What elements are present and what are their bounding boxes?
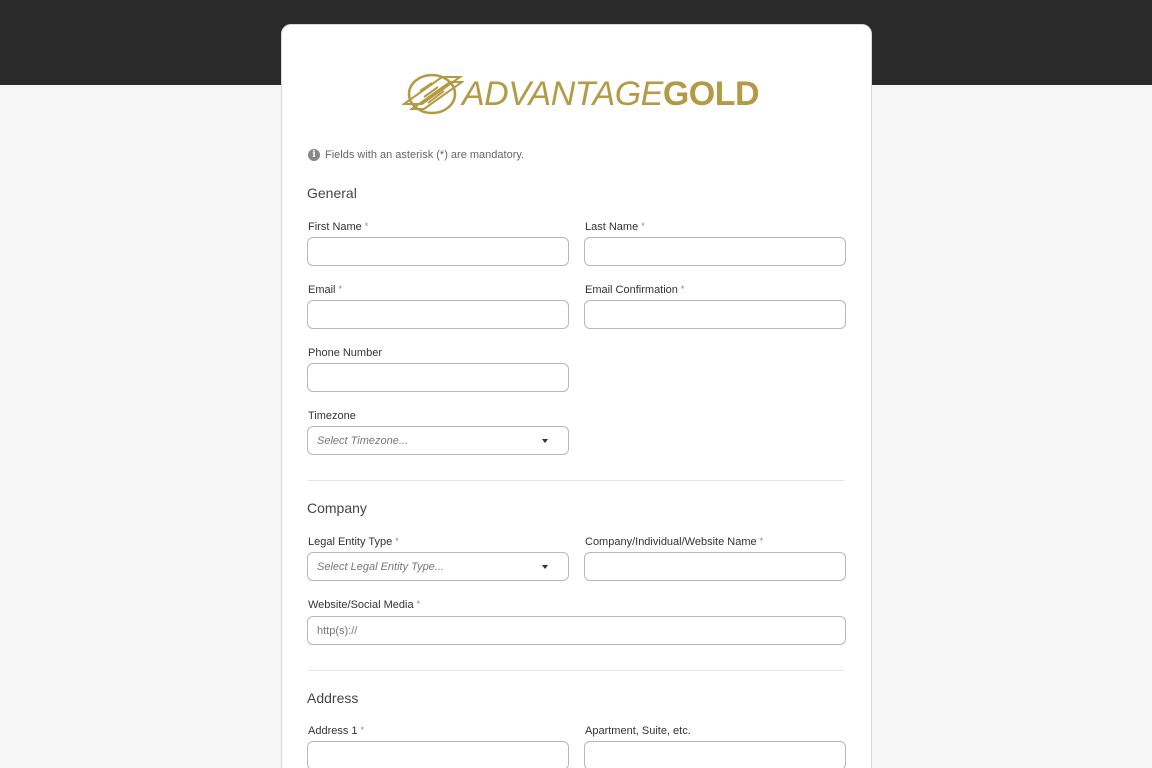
website-label: Website/Social Media * (308, 599, 421, 611)
brand-name-part1: ADVANTAGE (462, 75, 663, 113)
brand-name-part2: GOLD (662, 75, 760, 113)
mandatory-notice-text: Fields with an asterisk (*) are mandator… (325, 149, 525, 161)
last-name-input[interactable] (584, 237, 846, 266)
brand-wordmark: ADVANTAGEGOLD (462, 75, 760, 113)
last-name-label: Last Name * (585, 221, 645, 233)
website-input-placeholder: http(s):// (317, 624, 358, 637)
section-divider (307, 480, 845, 481)
section-title-general: General (307, 185, 357, 201)
chevron-down-icon (542, 564, 548, 569)
phone-label: Phone Number (308, 347, 382, 359)
legal-entity-select[interactable]: Select Legal Entity Type... (307, 552, 569, 581)
company-name-input[interactable] (584, 552, 846, 581)
email-label: Email * (308, 284, 343, 296)
mandatory-notice: i Fields with an asterisk (*) are mandat… (308, 149, 524, 161)
timezone-select[interactable]: Select Timezone... (307, 426, 569, 455)
legal-entity-label: Legal Entity Type * (308, 536, 399, 548)
website-input[interactable]: http(s):// (307, 616, 846, 645)
timezone-select-value: Select Timezone... (317, 434, 408, 447)
timezone-label: Timezone (308, 410, 356, 422)
first-name-label: First Name * (308, 221, 369, 233)
first-name-input[interactable] (307, 237, 569, 266)
email-confirmation-label: Email Confirmation * (585, 284, 685, 296)
info-icon: i (308, 149, 320, 161)
chevron-down-icon (542, 438, 548, 443)
registration-card: ADVANTAGEGOLD i Fields with an asterisk … (281, 24, 872, 768)
section-divider (307, 670, 845, 671)
section-title-company: Company (307, 500, 367, 516)
legal-entity-select-value: Select Legal Entity Type... (317, 560, 444, 573)
brand-logo: ADVANTAGEGOLD (402, 69, 760, 119)
section-title-address: Address (307, 690, 359, 706)
address1-input[interactable] (307, 741, 569, 768)
apartment-label: Apartment, Suite, etc. (585, 725, 691, 737)
apartment-input[interactable] (584, 741, 846, 768)
company-name-label: Company/Individual/Website Name * (585, 536, 764, 548)
email-confirmation-input[interactable] (584, 300, 846, 329)
address1-label: Address 1 * (308, 725, 365, 737)
brand-emblem-icon (402, 73, 464, 115)
phone-input[interactable] (307, 363, 569, 392)
email-input[interactable] (307, 300, 569, 329)
